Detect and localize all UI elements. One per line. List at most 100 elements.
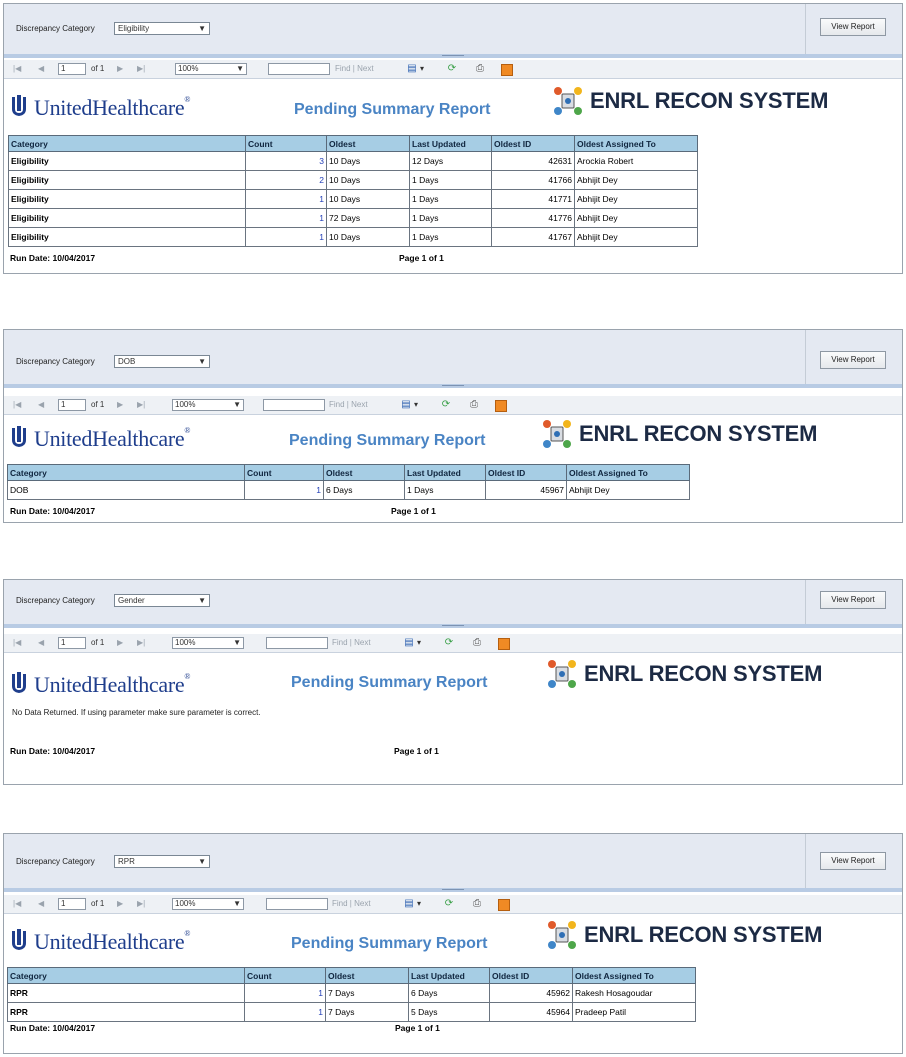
parameter-area: Discrepancy Category Eligibility ▼ View … — [4, 4, 902, 55]
view-report-button[interactable]: View Report — [820, 351, 886, 369]
page-number-input[interactable]: 1 — [58, 637, 86, 649]
atom-feed-icon[interactable] — [498, 899, 510, 911]
first-page-icon[interactable]: |◀ — [13, 399, 21, 411]
uhc-shield-icon — [12, 95, 26, 116]
separator: | — [349, 899, 352, 908]
col-count-cell[interactable]: 1 — [244, 1002, 326, 1022]
col-count-cell[interactable]: 1 — [244, 983, 326, 1003]
export-icon[interactable]: ▤ — [403, 898, 415, 910]
export-icon[interactable]: ▤ — [400, 399, 412, 411]
export-dropdown-icon[interactable]: ▾ — [417, 898, 421, 910]
next-link[interactable]: Next — [354, 638, 370, 647]
zoom-select[interactable]: 100% ▼ — [175, 63, 247, 75]
prev-page-icon[interactable]: ◀ — [38, 898, 44, 910]
find-label[interactable]: Find — [329, 400, 345, 409]
col-count-cell[interactable]: 1 — [245, 227, 327, 247]
next-link[interactable]: Next — [357, 64, 373, 73]
chevron-down-icon: ▼ — [198, 596, 206, 605]
zoom-select[interactable]: 100% ▼ — [172, 637, 244, 649]
export-dropdown-icon[interactable]: ▾ — [417, 637, 421, 649]
find-input[interactable] — [266, 637, 328, 649]
find-input[interactable] — [263, 399, 325, 411]
prev-page-icon[interactable]: ◀ — [38, 399, 44, 411]
col-count-cell[interactable]: 1 — [244, 480, 324, 500]
next-page-icon[interactable]: ▶ — [117, 637, 123, 649]
atom-feed-icon[interactable] — [498, 638, 510, 650]
last-page-icon[interactable]: ▶| — [137, 63, 145, 75]
brand-name: UnitedHealthcare® — [34, 929, 190, 955]
find-label[interactable]: Find — [332, 638, 348, 647]
page-info: Page 1 of 1 — [394, 746, 439, 756]
view-report-button[interactable]: View Report — [820, 18, 886, 36]
collapse-splitter[interactable] — [4, 384, 902, 388]
separator: | — [349, 638, 352, 647]
col-count-cell[interactable]: 1 — [245, 208, 327, 228]
report-toolbar: |◀ ◀ 1 of 1 ▶ ▶| 100% ▼ Find | Next ▤ ▾ ⟳… — [4, 895, 902, 914]
find-link[interactable]: Find | Next — [335, 63, 374, 75]
col-count-cell[interactable]: 2 — [245, 170, 327, 190]
header-col-last-updated: Last Updated — [404, 464, 486, 481]
zoom-select[interactable]: 100% ▼ — [172, 399, 244, 411]
table-row: Eligibility 1 72 Days 1 Days 41776 Abhijit De… — [8, 208, 698, 228]
next-link[interactable]: Next — [354, 899, 370, 908]
find-link[interactable]: Find | Next — [332, 637, 371, 649]
find-input[interactable] — [266, 898, 328, 910]
discrepancy-category-select[interactable]: RPR ▼ — [114, 855, 210, 868]
find-label[interactable]: Find — [332, 899, 348, 908]
page-count: of 1 — [91, 899, 105, 908]
table-row: Eligibility 1 10 Days 1 Days 41767 Abhijit De… — [8, 227, 698, 247]
next-link[interactable]: Next — [351, 400, 367, 409]
next-page-icon[interactable]: ▶ — [117, 63, 123, 75]
view-report-button[interactable]: View Report — [820, 591, 886, 609]
col-oldest-cell: 10 Days — [326, 227, 410, 247]
col-count-cell[interactable]: 3 — [245, 151, 327, 171]
header-col-oldest-assigned-to: Oldest Assigned To — [572, 967, 696, 984]
find-input[interactable] — [268, 63, 330, 75]
discrepancy-category-select[interactable]: Gender ▼ — [114, 594, 210, 607]
table-row: Eligibility 1 10 Days 1 Days 41771 Abhijit De… — [8, 189, 698, 209]
first-page-icon[interactable]: |◀ — [13, 898, 21, 910]
export-icon[interactable]: ▤ — [406, 63, 418, 75]
export-icon[interactable]: ▤ — [403, 637, 415, 649]
next-page-icon[interactable]: ▶ — [117, 399, 123, 411]
find-label[interactable]: Find — [335, 64, 351, 73]
collapse-splitter[interactable] — [4, 624, 902, 628]
view-report-button[interactable]: View Report — [820, 852, 886, 870]
col-oldest-cell: 6 Days — [323, 480, 405, 500]
atom-feed-icon[interactable] — [495, 400, 507, 412]
last-page-icon[interactable]: ▶| — [137, 898, 145, 910]
collapse-splitter[interactable] — [4, 888, 902, 892]
last-page-icon[interactable]: ▶| — [137, 637, 145, 649]
first-page-icon[interactable]: |◀ — [13, 637, 21, 649]
col-oldest-cell: 7 Days — [325, 983, 409, 1003]
system-name: ENRL RECON SYSTEM — [584, 661, 823, 686]
col-oldest-assigned-to-cell: Arockia Robert — [574, 151, 698, 171]
last-page-icon[interactable]: ▶| — [137, 399, 145, 411]
collapse-splitter[interactable] — [4, 54, 902, 58]
refresh-icon[interactable]: ⟳ — [440, 399, 452, 411]
export-dropdown-icon[interactable]: ▾ — [420, 63, 424, 75]
page-number-input[interactable]: 1 — [58, 898, 86, 910]
discrepancy-category-select[interactable]: Eligibility ▼ — [114, 22, 210, 35]
refresh-icon[interactable]: ⟳ — [446, 63, 458, 75]
refresh-icon[interactable]: ⟳ — [443, 898, 455, 910]
prev-page-icon[interactable]: ◀ — [38, 63, 44, 75]
print-icon[interactable]: ⎙ — [471, 898, 483, 910]
discrepancy-category-select[interactable]: DOB ▼ — [114, 355, 210, 368]
page-number-input[interactable]: 1 — [58, 399, 86, 411]
print-icon[interactable]: ⎙ — [468, 399, 480, 411]
prev-page-icon[interactable]: ◀ — [38, 637, 44, 649]
print-icon[interactable]: ⎙ — [471, 637, 483, 649]
zoom-select[interactable]: 100% ▼ — [172, 898, 244, 910]
page-number-input[interactable]: 1 — [58, 63, 86, 75]
atom-feed-icon[interactable] — [501, 64, 513, 76]
refresh-icon[interactable]: ⟳ — [443, 637, 455, 649]
col-count-cell[interactable]: 1 — [245, 189, 327, 209]
print-icon[interactable]: ⎙ — [474, 63, 486, 75]
export-dropdown-icon[interactable]: ▾ — [414, 399, 418, 411]
find-link[interactable]: Find | Next — [329, 399, 368, 411]
find-link[interactable]: Find | Next — [332, 898, 371, 910]
next-page-icon[interactable]: ▶ — [117, 898, 123, 910]
system-name: ENRL RECON SYSTEM — [579, 421, 818, 446]
first-page-icon[interactable]: |◀ — [13, 63, 21, 75]
